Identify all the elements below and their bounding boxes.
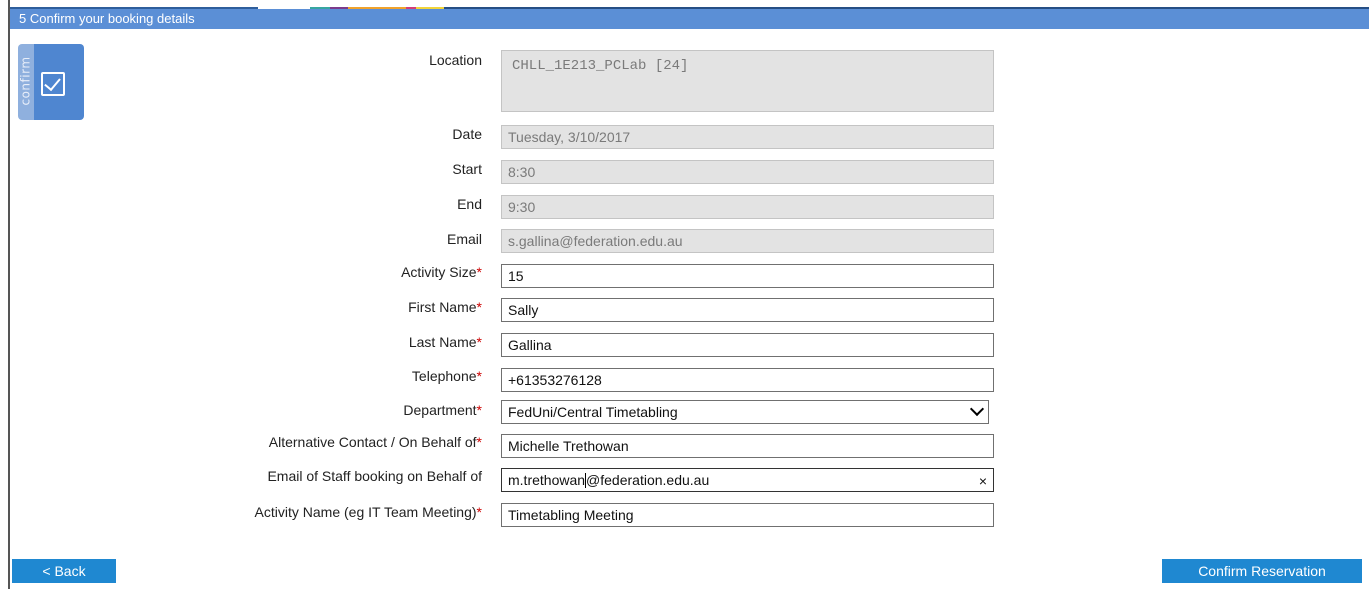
back-button[interactable]: < Back — [12, 559, 116, 583]
end-value: 9:30 — [508, 199, 536, 215]
department-label: Department* — [403, 402, 482, 418]
confirm-reservation-button[interactable]: Confirm Reservation — [1162, 559, 1362, 583]
start-value: 8:30 — [508, 164, 536, 180]
email-field: s.gallina@federation.edu.au — [501, 229, 994, 253]
department-select[interactable]: FedUni/Central Timetabling — [501, 400, 989, 424]
section-header: 5 Confirm your booking details — [10, 9, 1369, 29]
location-label: Location — [429, 52, 482, 68]
required-marker: * — [476, 334, 482, 350]
confirm-icon-label: confirm — [18, 56, 33, 106]
telephone-input[interactable]: +61353276128 — [501, 368, 994, 392]
alt-contact-input[interactable]: Michelle Trethowan — [501, 434, 994, 458]
email-label: Email — [446, 231, 482, 247]
date-label: Date — [452, 126, 482, 142]
staff-email-label: Email of Staff booking on Behalf of — [267, 468, 482, 484]
last-name-value: Gallina — [508, 337, 552, 353]
required-marker: * — [476, 402, 482, 418]
first-name-label: First Name* — [408, 299, 482, 315]
date-field: Tuesday, 3/10/2017 — [501, 125, 994, 149]
alt-contact-label: Alternative Contact / On Behalf of* — [268, 434, 482, 450]
staff-email-value-start: m.trethowan — [508, 472, 586, 488]
last-name-input[interactable]: Gallina — [501, 333, 994, 357]
end-field: 9:30 — [501, 195, 994, 219]
email-value: s.gallina@federation.edu.au — [508, 233, 683, 249]
staff-email-value-end: @federation.edu.au — [586, 472, 710, 488]
required-marker: * — [476, 299, 482, 315]
activity-size-label: Activity Size* — [401, 264, 482, 280]
required-marker: * — [476, 434, 482, 450]
confirm-step-icon: confirm — [18, 44, 84, 120]
activity-name-label: Activity Name (eg IT Team Meeting)* — [254, 504, 482, 520]
telephone-label: Telephone* — [411, 368, 482, 384]
start-field: 8:30 — [501, 160, 994, 184]
required-marker: * — [476, 504, 482, 520]
last-name-label: Last Name* — [408, 334, 482, 350]
chevron-down-icon[interactable] — [969, 401, 985, 417]
location-field: CHLL_1E213_PCLab [24] — [501, 50, 994, 112]
telephone-value: +61353276128 — [508, 372, 602, 388]
first-name-input[interactable]: Sally — [501, 298, 994, 322]
start-label: Start — [452, 161, 482, 177]
staff-email-input[interactable]: m.trethowan@federation.edu.au × — [501, 468, 994, 492]
end-label: End — [457, 196, 482, 212]
activity-size-value: 15 — [508, 268, 524, 284]
alt-contact-value: Michelle Trethowan — [508, 438, 629, 454]
activity-name-input[interactable]: Timetabling Meeting — [501, 503, 994, 527]
activity-size-input[interactable]: 15 — [501, 264, 994, 288]
department-value: FedUni/Central Timetabling — [508, 404, 678, 420]
date-value: Tuesday, 3/10/2017 — [508, 129, 631, 145]
first-name-value: Sally — [508, 302, 539, 318]
required-marker: * — [476, 368, 482, 384]
section-title: 5 Confirm your booking details — [19, 11, 195, 26]
location-value: CHLL_1E213_PCLab [24] — [512, 58, 689, 74]
clear-input-icon[interactable]: × — [979, 472, 987, 490]
activity-name-value: Timetabling Meeting — [508, 507, 634, 523]
window-left-border — [8, 0, 10, 589]
required-marker: * — [476, 264, 482, 280]
